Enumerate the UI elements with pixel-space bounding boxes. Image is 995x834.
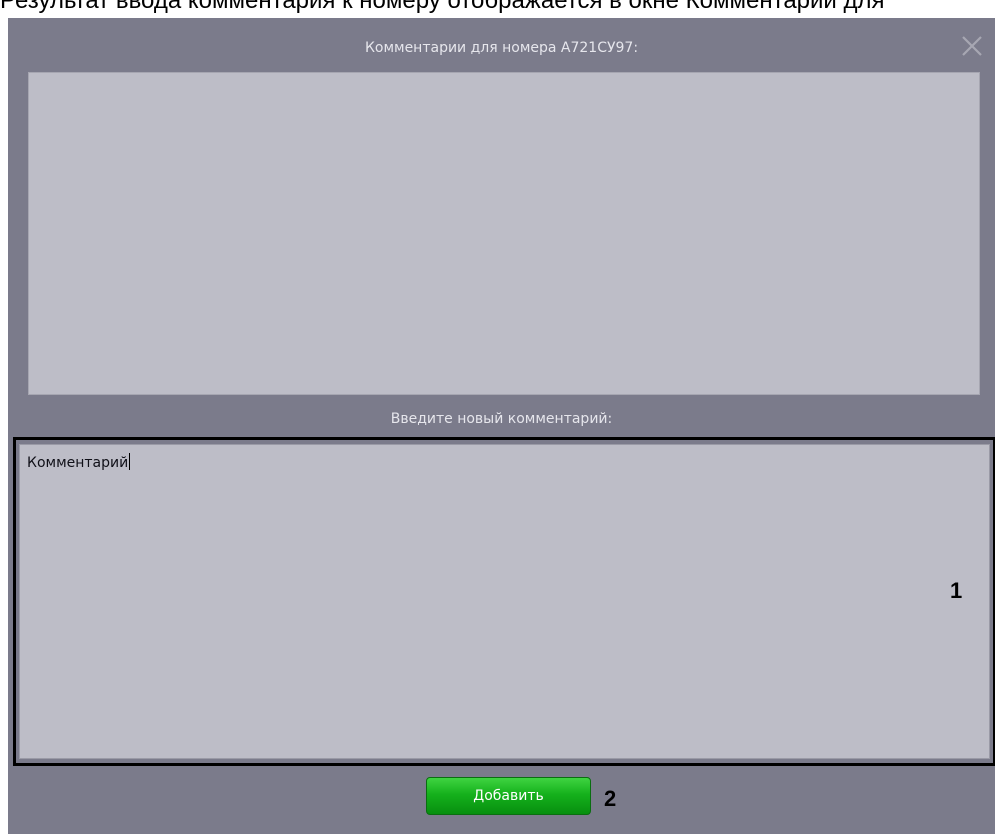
add-button[interactable]: Добавить bbox=[426, 777, 591, 815]
document-caption-text: Результат ввода комментария к номеру ото… bbox=[0, 0, 885, 14]
document-caption-strip: Результат ввода комментария к номеру ото… bbox=[0, 0, 995, 18]
dialog-title: Комментарии для номера А721СУ97: bbox=[364, 40, 639, 56]
callout-marker-2: 2 bbox=[604, 786, 617, 811]
new-comment-input[interactable]: Комментарий bbox=[19, 444, 990, 759]
close-icon bbox=[962, 36, 982, 56]
new-comment-text: Комментарий bbox=[27, 455, 129, 471]
new-comment-label: Введите новый комментарий: bbox=[390, 411, 613, 427]
page: Результат ввода комментария к номеру ото… bbox=[0, 0, 995, 834]
callout-marker-1: 1 bbox=[950, 578, 963, 603]
existing-comments-area[interactable] bbox=[28, 72, 980, 395]
close-button[interactable] bbox=[958, 32, 986, 60]
text-caret bbox=[129, 453, 131, 470]
comments-dialog: Комментарии для номера А721СУ97: Введите… bbox=[8, 18, 995, 834]
